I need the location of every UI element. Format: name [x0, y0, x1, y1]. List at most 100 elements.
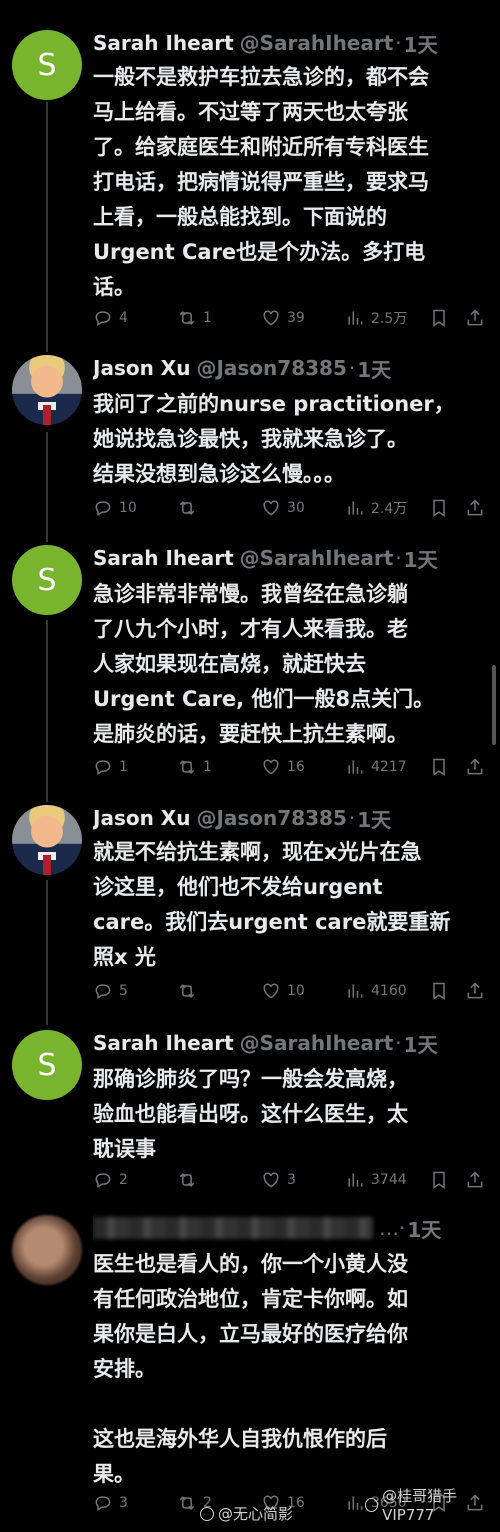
reply-button[interactable]: 3	[93, 1493, 128, 1513]
author-handle[interactable]: @SarahIheart	[240, 31, 394, 55]
retweet-button[interactable]	[177, 981, 203, 1001]
reply-button[interactable]: 1	[93, 757, 128, 777]
like-button[interactable]: 39	[261, 308, 305, 328]
reply-button[interactable]: 5	[93, 981, 128, 1001]
bookmark-button[interactable]	[429, 498, 449, 518]
avatar-letter: S	[37, 47, 57, 83]
views-button[interactable]: 2.4万	[345, 498, 407, 518]
timestamp[interactable]: 1天	[407, 1214, 441, 1243]
like-button[interactable]: 30	[261, 498, 305, 518]
separator-dot: ·	[395, 1031, 402, 1055]
reply-count: 3	[119, 1495, 128, 1511]
retweet-icon	[179, 501, 195, 515]
views-icon	[348, 760, 363, 774]
timestamp[interactable]: 1天	[404, 1029, 438, 1058]
like-count: 10	[287, 983, 305, 999]
like-button[interactable]: 16	[261, 757, 305, 777]
share-icon	[467, 758, 483, 775]
author-name[interactable]: Jason Xu	[93, 356, 190, 380]
retweet-button[interactable]	[177, 1170, 203, 1190]
retweet-button[interactable]: 1	[177, 308, 212, 328]
scrollbar[interactable]	[492, 665, 496, 745]
avatar[interactable]	[12, 1215, 82, 1285]
share-button[interactable]	[465, 757, 485, 777]
retweet-icon	[179, 984, 195, 998]
tweet-header: Sarah Iheart @SarahIheart · 1天	[93, 1028, 493, 1058]
timestamp[interactable]: 1天	[404, 544, 438, 573]
avatar-letter: S	[37, 1047, 57, 1083]
reply-count: 5	[119, 983, 128, 999]
separator-dot: …·	[379, 1216, 406, 1240]
like-count: 3	[287, 1172, 296, 1188]
share-button[interactable]	[465, 981, 485, 1001]
retweet-button[interactable]: 1	[177, 757, 212, 777]
avatar[interactable]	[12, 805, 82, 875]
bookmark-button[interactable]	[429, 1170, 449, 1190]
share-button[interactable]	[465, 1170, 485, 1190]
retweet-button[interactable]	[177, 498, 203, 518]
bookmark-icon	[433, 758, 445, 776]
views-count: 4217	[371, 759, 407, 775]
watermark-right-text: @桂哥猎手VIP777	[382, 1487, 458, 1524]
author-handle[interactable]: @SarahIheart	[240, 546, 394, 570]
reply-button[interactable]: 2	[93, 1170, 128, 1190]
like-button[interactable]: 10	[261, 981, 305, 1001]
action-bar: 4 1 39 2.5万	[93, 305, 493, 331]
share-button[interactable]	[465, 498, 485, 518]
views-icon	[348, 1496, 363, 1510]
like-count: 30	[287, 500, 305, 516]
tweet-text: 一般不是救护车拉去急诊的，都不会 马上给看。不过等了两天也太夸张 了。给家庭医生…	[93, 65, 429, 299]
share-icon	[467, 982, 483, 999]
author-name[interactable]: Jason Xu	[93, 806, 190, 830]
avatar-letter: S	[37, 562, 57, 598]
views-button[interactable]: 3744	[345, 1170, 407, 1190]
action-bar: 10 30 2.4万	[93, 495, 493, 521]
bookmark-button[interactable]	[429, 308, 449, 328]
blurred-author	[93, 1217, 373, 1239]
share-button[interactable]	[465, 308, 485, 328]
reply-count: 1	[119, 759, 128, 775]
author-name[interactable]: Sarah Iheart	[93, 546, 234, 570]
tweet-text: 医生也是看人的，你一个小黄人没 有任何政治地位，肯定卡你啊。如 果你是白人，立马…	[93, 1252, 408, 1486]
like-icon	[263, 983, 279, 999]
avatar[interactable]	[12, 355, 82, 425]
timestamp[interactable]: 1天	[357, 804, 391, 833]
separator-dot: ·	[348, 356, 356, 380]
reply-icon	[95, 984, 111, 999]
reply-button[interactable]: 10	[93, 498, 137, 518]
avatar[interactable]: S	[12, 1030, 82, 1100]
weibo-icon	[365, 1497, 379, 1512]
author-handle[interactable]: @Jason78385	[196, 806, 346, 830]
timestamp[interactable]: 1天	[357, 354, 391, 383]
timestamp[interactable]: 1天	[404, 29, 438, 58]
tweet-header: Sarah Iheart @SarahIheart · 1天	[93, 28, 493, 58]
views-button[interactable]: 2.5万	[345, 308, 407, 328]
action-bar: 2 3 3744	[93, 1167, 493, 1193]
tweet-text: 那确诊肺炎了吗？一般会发高烧， 验血也能看出呀。这什么医生，太 耽误事	[93, 1067, 408, 1161]
separator-dot: ·	[348, 806, 356, 830]
author-name[interactable]: Sarah Iheart	[93, 31, 234, 55]
like-icon	[263, 1172, 279, 1188]
weibo-icon	[200, 1506, 214, 1521]
tweet-header: …· 1天	[93, 1213, 493, 1243]
bookmark-button[interactable]	[429, 981, 449, 1001]
like-icon	[263, 500, 279, 516]
like-button[interactable]: 3	[261, 1170, 296, 1190]
reply-icon	[95, 501, 111, 516]
reply-icon	[95, 760, 111, 775]
like-count: 39	[287, 310, 305, 326]
views-button[interactable]: 4160	[345, 981, 407, 1001]
retweet-icon	[179, 760, 195, 774]
thread-line	[46, 102, 48, 352]
reply-button[interactable]: 4	[93, 308, 128, 328]
like-icon	[263, 759, 279, 775]
author-handle[interactable]: @Jason78385	[196, 356, 346, 380]
avatar[interactable]: S	[12, 30, 82, 100]
author-handle[interactable]: @SarahIheart	[240, 1031, 394, 1055]
avatar[interactable]: S	[12, 545, 82, 615]
views-button[interactable]: 4217	[345, 757, 407, 777]
author-name[interactable]: Sarah Iheart	[93, 1031, 234, 1055]
action-bar: 1 1 16 4217	[93, 754, 493, 780]
bookmark-icon	[433, 982, 445, 1000]
bookmark-button[interactable]	[429, 757, 449, 777]
